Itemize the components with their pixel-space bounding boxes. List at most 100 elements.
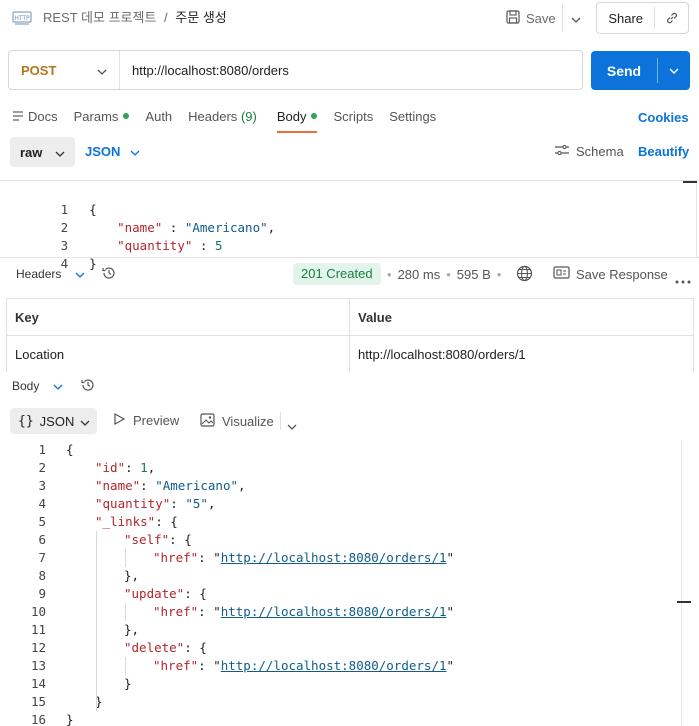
- visualize-options-button[interactable]: [287, 418, 297, 433]
- globe-icon[interactable]: [516, 265, 533, 285]
- line-number: 11: [30, 622, 46, 637]
- editor-line: 2 "name" : "Americano",: [0, 201, 276, 235]
- editor-scrollbar[interactable]: [683, 181, 697, 183]
- code-line: 14}: [0, 675, 132, 693]
- line-number: 7: [38, 550, 46, 565]
- tab-params[interactable]: Params: [74, 109, 130, 124]
- save-response-label: Save Response: [576, 266, 668, 282]
- code-punct: :: [125, 460, 141, 475]
- method-label: POST: [21, 62, 57, 78]
- json-key: "quantity": [117, 238, 193, 253]
- more-icon[interactable]: [675, 272, 691, 287]
- body-format-select[interactable]: JSON: [85, 144, 140, 159]
- tab-scripts[interactable]: Scripts: [333, 109, 373, 124]
- code-line: 4 "quantity": "5",: [0, 495, 215, 513]
- code-punct: : ": [198, 550, 221, 565]
- column-header-value: Value: [358, 310, 392, 325]
- response-time[interactable]: 280 ms: [398, 267, 441, 282]
- meta-dot: •: [496, 267, 502, 282]
- code-punct: ": [446, 604, 455, 619]
- code-punct: :: [170, 496, 186, 511]
- request-tabs: Docs Params Auth Headers (9) Body Script…: [12, 106, 436, 133]
- save-options-button[interactable]: [562, 4, 588, 32]
- tab-headers-label: Headers: [188, 108, 238, 124]
- code-punct: ,: [267, 220, 276, 235]
- indent-guide: [96, 531, 97, 711]
- code-punct: {: [66, 442, 74, 457]
- method-select[interactable]: POST: [9, 51, 120, 89]
- code-line: 16}: [0, 711, 74, 726]
- tab-settings[interactable]: Settings: [389, 109, 436, 124]
- preview-button[interactable]: Preview: [114, 412, 179, 428]
- url-input[interactable]: http://localhost:8080/orders: [120, 63, 289, 78]
- history-icon[interactable]: [101, 265, 117, 284]
- json-key: "update": [124, 586, 185, 601]
- code-line: 11},: [0, 621, 139, 639]
- line-number: 15: [30, 694, 46, 709]
- code-line: 2 "id": 1,: [0, 459, 155, 477]
- code-line: 12 "delete": {: [0, 639, 207, 657]
- history-icon[interactable]: [80, 377, 96, 396]
- code-punct: ": [446, 550, 455, 565]
- active-tab-underline: [276, 130, 318, 133]
- editor-line: 1{: [0, 183, 97, 217]
- code-punct: : {: [155, 514, 178, 529]
- tab-docs[interactable]: Docs: [12, 109, 58, 124]
- code-line: 5 "_links": {: [0, 513, 178, 531]
- play-icon: [114, 412, 126, 428]
- json-number: 1: [140, 460, 148, 475]
- code-punct: : ": [198, 658, 221, 673]
- json-link[interactable]: http://localhost:8080/orders/1: [221, 604, 447, 619]
- editor-line: 4}: [0, 237, 97, 271]
- tab-body-label: Body: [276, 108, 307, 124]
- json-link[interactable]: http://localhost:8080/orders/1: [221, 550, 447, 565]
- line-number: 2: [38, 460, 46, 475]
- code-punct: : ": [198, 604, 221, 619]
- share-label: Share: [608, 10, 644, 26]
- tab-auth-label: Auth: [145, 108, 173, 124]
- status-badge[interactable]: 201 Created: [293, 263, 381, 285]
- request-body-editor[interactable]: 1{ 2 "name" : "Americano", 3 "quantity" : …: [0, 180, 699, 271]
- schema-button[interactable]: Schema: [554, 144, 624, 159]
- tab-body[interactable]: Body: [276, 108, 318, 133]
- save-button[interactable]: Save: [500, 4, 562, 32]
- response-body-toggle[interactable]: Body: [12, 378, 63, 393]
- json-value: 5: [214, 238, 223, 253]
- share-button[interactable]: Share: [596, 2, 689, 34]
- toolbar-separator: [280, 412, 281, 430]
- send-options-icon[interactable]: [657, 58, 690, 83]
- json-key: "href": [153, 550, 199, 565]
- send-button[interactable]: Send: [591, 51, 690, 90]
- code-line: 9 "update": {: [0, 585, 206, 603]
- response-format-select[interactable]: {} JSON: [10, 408, 97, 434]
- link-icon[interactable]: [654, 7, 688, 29]
- line-number: 13: [30, 658, 46, 673]
- beautify-button[interactable]: Beautify: [638, 144, 689, 159]
- response-meta: • 280 ms • 595 B •: [387, 267, 507, 282]
- request-url-bar: POST http://localhost:8080/orders: [8, 50, 583, 90]
- cookies-link[interactable]: Cookies: [638, 110, 689, 125]
- viewer-scrollbar[interactable]: [677, 601, 691, 603]
- save-response-button[interactable]: Save Response: [553, 266, 668, 282]
- json-key: "delete": [124, 640, 185, 655]
- editor-scroll-track: [696, 183, 697, 257]
- request-name[interactable]: 주문 생성: [175, 10, 226, 25]
- body-mode-select[interactable]: raw: [10, 137, 75, 167]
- tab-auth[interactable]: Auth: [145, 109, 172, 124]
- tab-headers[interactable]: Headers (9): [188, 109, 257, 124]
- body-mode-label: raw: [20, 144, 43, 160]
- chevron-down-icon: [55, 145, 65, 160]
- indent-guide: [125, 657, 126, 675]
- json-link[interactable]: http://localhost:8080/orders/1: [221, 658, 447, 673]
- svg-text:HTTP: HTTP: [14, 15, 30, 22]
- chevron-down-icon: [75, 266, 85, 281]
- breadcrumb-project[interactable]: REST 데모 프로젝트: [43, 10, 156, 25]
- json-key: "href": [153, 604, 199, 619]
- visualize-button[interactable]: Visualize: [200, 413, 274, 430]
- body-format-label: JSON: [85, 144, 121, 159]
- save-icon: [506, 9, 520, 27]
- send-label: Send: [606, 62, 642, 79]
- response-headers-toggle[interactable]: Headers: [16, 266, 85, 281]
- response-size[interactable]: 595 B: [457, 267, 491, 282]
- response-body-viewer[interactable]: 1{2 "id": 1, 3 "name": "Americano", 4 "quanti…: [0, 441, 699, 726]
